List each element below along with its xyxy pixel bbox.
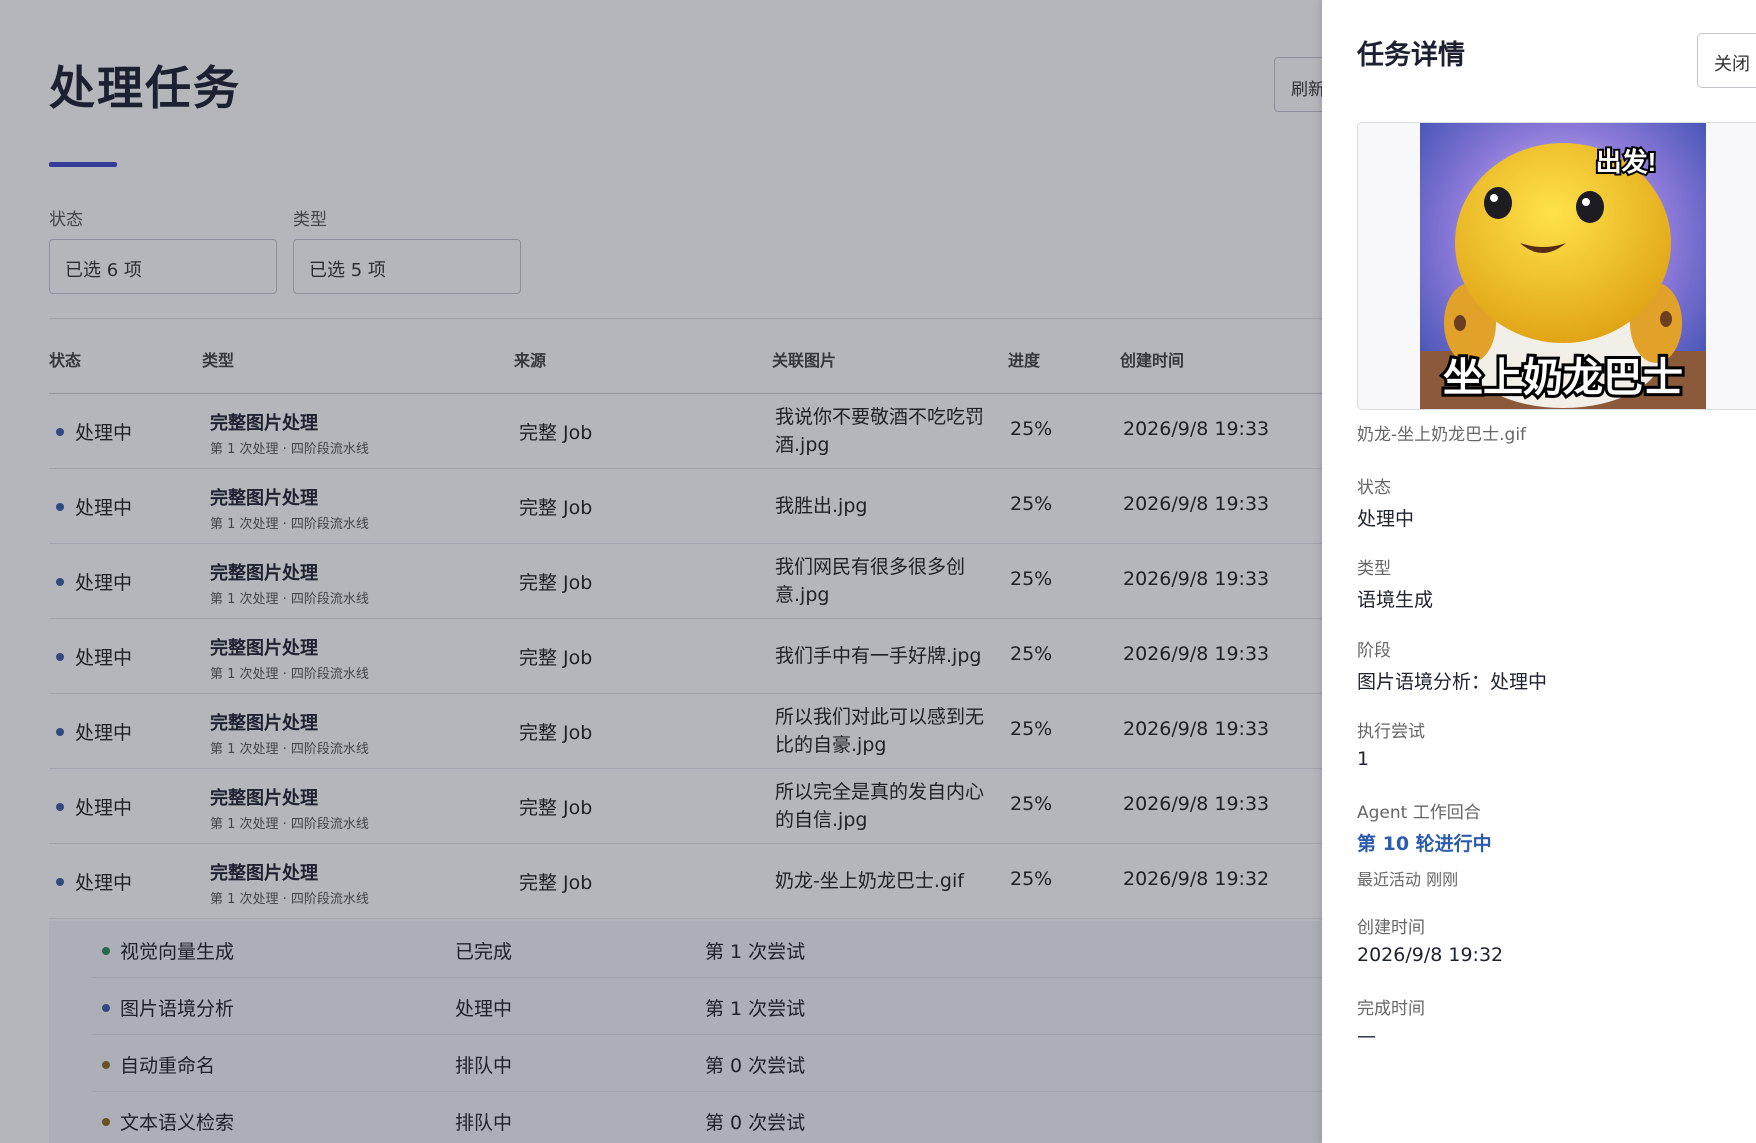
status-label: 状态 bbox=[1357, 478, 1391, 498]
finished-value: — bbox=[1357, 1025, 1376, 1047]
stage-label: 阶段 bbox=[1357, 641, 1391, 661]
modal-backdrop[interactable] bbox=[0, 0, 1322, 1143]
created-label: 创建时间 bbox=[1357, 918, 1425, 938]
preview-overlay-bottom: 坐上奶龙巴士 bbox=[1443, 356, 1683, 400]
type-value: 语境生成 bbox=[1357, 589, 1434, 611]
agent-last-activity: 最近活动 刚刚 bbox=[1357, 870, 1459, 889]
created-value: 2026/9/8 19:32 bbox=[1357, 944, 1504, 966]
preview-overlay-top: 出发! bbox=[1596, 147, 1657, 177]
close-button[interactable]: 关闭 bbox=[1697, 33, 1756, 88]
image-preview[interactable]: 出发! 坐上奶龙巴士 bbox=[1357, 122, 1756, 410]
attempts-value: 1 bbox=[1357, 748, 1370, 770]
drawer-title: 任务详情 bbox=[1357, 40, 1465, 71]
preview-caption: 奶龙-坐上奶龙巴士.gif bbox=[1357, 425, 1527, 445]
type-label: 类型 bbox=[1357, 559, 1391, 579]
stage-value: 图片语境分析：处理中 bbox=[1357, 671, 1548, 693]
agent-label: Agent 工作回合 bbox=[1357, 803, 1481, 823]
mascot-image: 出发! 坐上奶龙巴士 bbox=[1420, 123, 1706, 409]
preview-image: 出发! 坐上奶龙巴士 bbox=[1420, 123, 1706, 409]
task-detail-drawer: 任务详情 关闭 出发! 坐上奶龙巴士 奶龙-坐上奶龙巴士.gif 状态 处理中 … bbox=[1322, 0, 1756, 1143]
agent-round-link[interactable]: 第 10 轮进行中 bbox=[1357, 829, 1492, 856]
attempts-label: 执行尝试 bbox=[1357, 722, 1425, 742]
finished-label: 完成时间 bbox=[1357, 999, 1425, 1019]
status-value: 处理中 bbox=[1357, 508, 1415, 530]
